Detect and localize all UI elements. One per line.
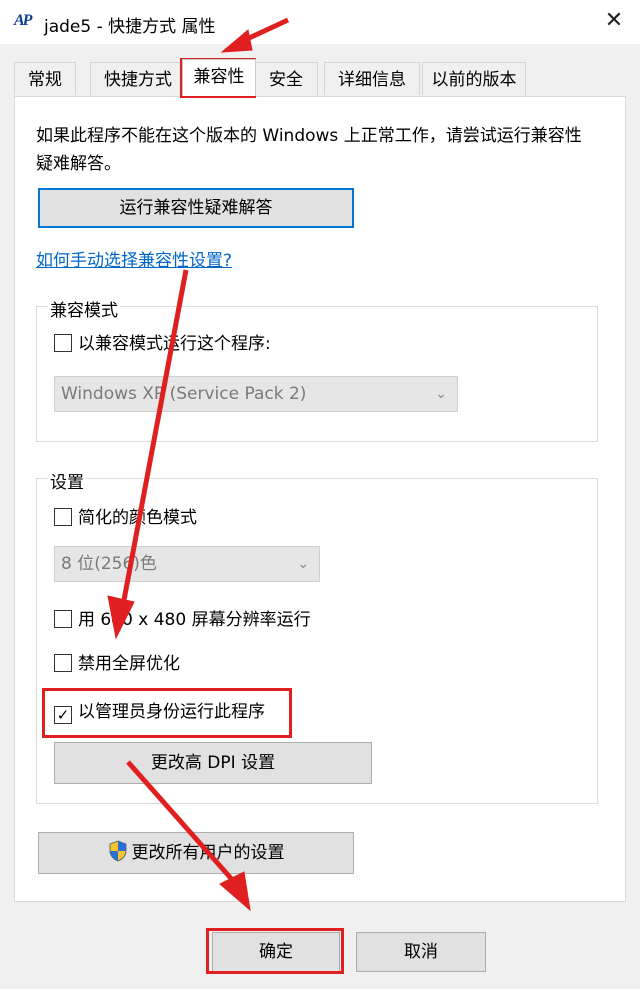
compat-mode-checkbox-row[interactable]: 以兼容模式运行这个程序: [54, 332, 271, 356]
tab-compatibility[interactable]: 兼容性 [182, 59, 256, 96]
window-title: jade5 - 快捷方式 属性 [44, 17, 216, 37]
run-as-admin-checkbox[interactable]: ✓ [54, 706, 72, 724]
disable-fullscreen-checkbox[interactable] [54, 654, 72, 672]
color-depth-value: 8 位(256)色 [61, 554, 157, 574]
run-as-admin-row[interactable]: ✓ 以管理员身份运行此程序 [54, 700, 265, 724]
manual-compat-link[interactable]: 如何手动选择兼容性设置? [36, 246, 232, 271]
all-users-label: 更改所有用户的设置 [131, 843, 285, 863]
all-users-button[interactable]: 更改所有用户的设置 [38, 832, 354, 874]
app-icon: AP [14, 12, 32, 29]
disable-fullscreen-label: 禁用全屏优化 [78, 654, 180, 674]
cancel-button[interactable]: 取消 [356, 932, 486, 972]
compat-mode-checkbox-label: 以兼容模式运行这个程序: [78, 334, 271, 354]
res-640-row[interactable]: 用 640 x 480 屏幕分辨率运行 [54, 608, 311, 632]
shield-icon [109, 840, 126, 862]
run-troubleshooter-button[interactable]: 运行兼容性疑难解答 [38, 188, 354, 228]
tab-shortcut[interactable]: 快捷方式 [90, 62, 186, 95]
reduced-color-row[interactable]: 简化的颜色模式 [54, 506, 197, 530]
tab-security[interactable]: 安全 [254, 62, 318, 95]
compat-mode-group [36, 306, 598, 442]
reduced-color-label: 简化的颜色模式 [78, 508, 197, 528]
chevron-down-icon: ⌄ [435, 386, 447, 402]
res-640-checkbox[interactable] [54, 610, 72, 628]
os-version-select: Windows XP (Service Pack 2) ⌄ [54, 376, 458, 412]
compat-description: 如果此程序不能在这个版本的 Windows 上正常工作，请尝试运行兼容性疑难解答… [36, 126, 582, 174]
settings-label: 设置 [48, 468, 86, 493]
tab-previous-versions[interactable]: 以前的版本 [422, 62, 526, 95]
run-as-admin-label: 以管理员身份运行此程序 [78, 702, 265, 722]
compat-mode-checkbox[interactable] [54, 334, 72, 352]
close-icon[interactable]: ✕ [600, 7, 628, 35]
chevron-down-icon: ⌄ [297, 556, 309, 572]
reduced-color-checkbox[interactable] [54, 508, 72, 526]
change-dpi-button[interactable]: 更改高 DPI 设置 [54, 742, 372, 784]
tab-general[interactable]: 常规 [14, 62, 76, 95]
ok-button[interactable]: 确定 [212, 932, 340, 972]
disable-fullscreen-row[interactable]: 禁用全屏优化 [54, 652, 180, 676]
title-bar: AP jade5 - 快捷方式 属性 ✕ [0, 0, 640, 44]
os-version-value: Windows XP (Service Pack 2) [61, 384, 307, 404]
tab-details[interactable]: 详细信息 [324, 62, 420, 95]
color-depth-select: 8 位(256)色 ⌄ [54, 546, 320, 582]
compat-mode-label: 兼容模式 [48, 296, 120, 321]
res-640-label: 用 640 x 480 屏幕分辨率运行 [78, 610, 311, 630]
